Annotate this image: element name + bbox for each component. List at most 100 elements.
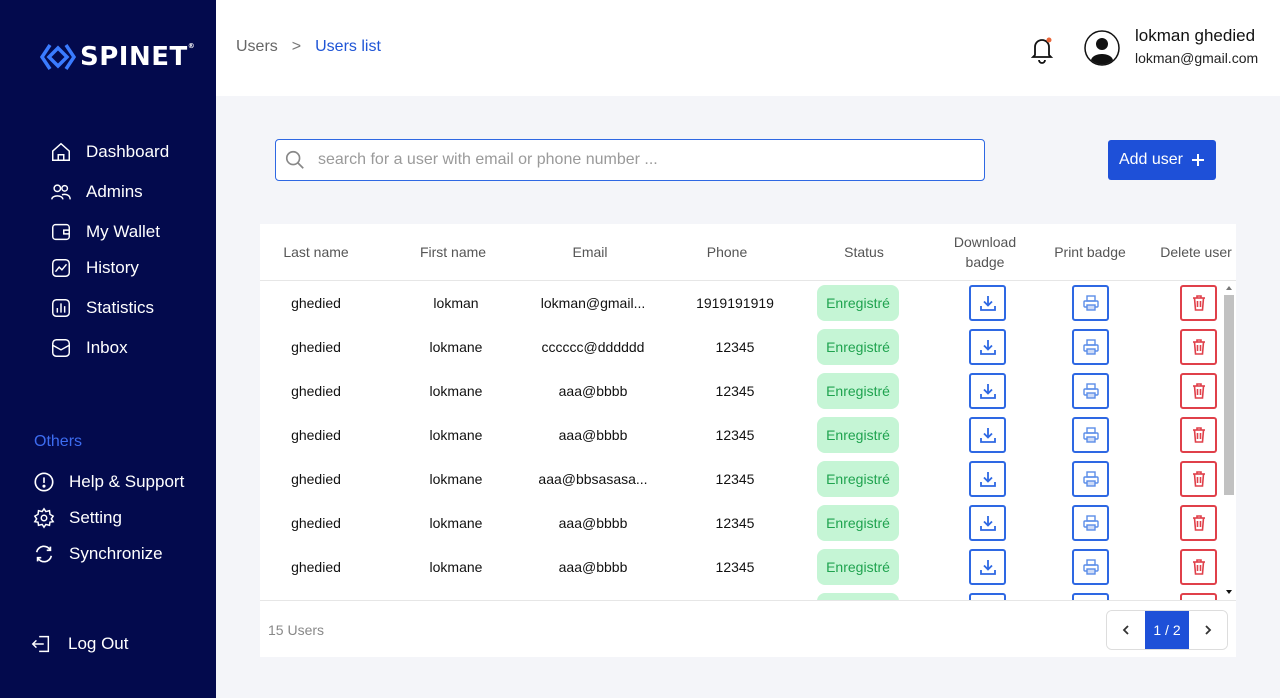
download-badge-button[interactable] xyxy=(969,549,1006,585)
logout-button[interactable]: Log Out xyxy=(28,633,129,655)
delete-user-button[interactable] xyxy=(1180,505,1217,541)
download-icon xyxy=(979,296,996,311)
top-header: Users > Users list lokman ghedied lokman… xyxy=(216,0,1280,96)
cell-last-name: ghedied xyxy=(291,515,341,531)
status-badge: Enregistré xyxy=(817,329,899,365)
sidebar: SPINET® Dashboard Admins My Wallet Histo… xyxy=(0,0,216,698)
delete-user-button[interactable] xyxy=(1180,285,1217,321)
print-badge-button[interactable] xyxy=(1072,285,1109,321)
statistics-icon xyxy=(52,299,70,317)
table-row[interactable] xyxy=(260,589,1222,600)
download-badge-button[interactable] xyxy=(969,373,1006,409)
cell-first-name: lokmane xyxy=(429,427,483,443)
cell-last-name: ghedied xyxy=(291,559,341,575)
cell-last-name: ghedied xyxy=(291,339,341,355)
cell-first-name: lokmane xyxy=(429,471,483,487)
scroll-thumb[interactable] xyxy=(1224,295,1234,495)
scroll-up-icon[interactable] xyxy=(1224,283,1234,293)
delete-user-button[interactable] xyxy=(1180,329,1217,365)
delete-user-button[interactable] xyxy=(1180,549,1217,585)
table-row[interactable]: ghedied lokmane aaa@bbsasasa... 12345 Enregi… xyxy=(260,457,1222,501)
table-row[interactable]: ghedied lokmane aaa@bbbb 12345 Enregistré xyxy=(260,369,1222,413)
section-label-others: Others xyxy=(34,433,83,450)
download-icon xyxy=(979,472,996,487)
search-input[interactable] xyxy=(318,151,958,169)
avatar[interactable] xyxy=(1084,30,1120,66)
column-header-status[interactable]: Status xyxy=(814,242,914,262)
scroll-down-icon[interactable] xyxy=(1224,587,1234,597)
logo[interactable]: SPINET® xyxy=(40,42,195,72)
add-user-button[interactable]: Add user xyxy=(1108,140,1216,180)
print-icon xyxy=(1082,295,1099,311)
table-row[interactable]: ghedied lokmane aaa@bbbb 12345 Enregistré xyxy=(260,545,1222,589)
cell-phone: 12345 xyxy=(715,383,755,399)
status-badge: Enregistré xyxy=(817,373,899,409)
chevron-left-icon xyxy=(1122,625,1129,635)
print-badge-button[interactable] xyxy=(1072,505,1109,541)
cell-email: aaa@bbsasasa... xyxy=(538,471,648,487)
sidebar-item-setting[interactable]: Setting xyxy=(33,507,122,529)
column-header-download-line1: Download xyxy=(953,234,1017,250)
cell-first-name: lokmane xyxy=(429,339,483,355)
print-badge-button[interactable] xyxy=(1072,417,1109,453)
trash-icon xyxy=(1192,383,1205,399)
trash-icon xyxy=(1192,471,1205,487)
cell-phone: 12345 xyxy=(715,427,755,443)
column-header-first-name[interactable]: First name xyxy=(403,242,503,262)
previous-page-button[interactable] xyxy=(1107,611,1145,649)
table-row[interactable]: ghedied lokmane aaa@bbbb 12345 Enregistré xyxy=(260,501,1222,545)
delete-user-button[interactable] xyxy=(1180,417,1217,453)
notification-bell-icon[interactable] xyxy=(1028,34,1056,64)
status-badge xyxy=(817,593,899,600)
sidebar-item-synchronize[interactable]: Synchronize xyxy=(33,543,163,565)
sidebar-item-inbox[interactable]: Inbox xyxy=(50,337,128,359)
trash-icon xyxy=(1192,559,1205,575)
inbox-icon xyxy=(52,339,70,357)
download-badge-button[interactable] xyxy=(969,417,1006,453)
table-row[interactable]: ghedied lokmane aaa@bbbb 12345 Enregistré xyxy=(260,413,1222,457)
column-header-print-badge[interactable]: Print badge xyxy=(1040,242,1140,262)
print-badge-button[interactable] xyxy=(1072,461,1109,497)
print-icon xyxy=(1082,339,1099,355)
print-icon xyxy=(1082,515,1099,531)
next-page-button[interactable] xyxy=(1189,611,1227,649)
table-scrollbar[interactable] xyxy=(1222,281,1236,600)
sidebar-item-label: Help & Support xyxy=(69,472,185,491)
sidebar-item-dashboard[interactable]: Dashboard xyxy=(50,141,169,163)
column-header-download-badge[interactable]: Download badge xyxy=(935,232,1035,272)
table-row[interactable]: ghedied lokmane cccccc@dddddd 12345 Enregist… xyxy=(260,325,1222,369)
download-badge-button[interactable] xyxy=(969,505,1006,541)
print-badge-button[interactable] xyxy=(1072,329,1109,365)
delete-user-button[interactable] xyxy=(1180,461,1217,497)
column-header-delete-user[interactable]: Delete user xyxy=(1146,242,1246,262)
sidebar-item-admins[interactable]: Admins xyxy=(50,181,143,203)
spinet-logo-icon xyxy=(40,44,76,70)
download-badge-button[interactable] xyxy=(969,329,1006,365)
current-page-indicator[interactable]: 1 / 2 xyxy=(1145,611,1189,649)
download-icon xyxy=(979,384,996,399)
download-badge-button[interactable] xyxy=(969,285,1006,321)
cell-email: lokman@gmail... xyxy=(540,295,646,311)
column-header-phone[interactable]: Phone xyxy=(677,242,777,262)
print-badge-button[interactable] xyxy=(1072,593,1109,600)
download-icon xyxy=(979,560,996,575)
sidebar-item-help-support[interactable]: Help & Support xyxy=(33,471,184,493)
breadcrumb-users-link[interactable]: Users xyxy=(236,38,278,56)
cell-email: aaa@bbbb xyxy=(558,427,628,443)
column-header-last-name[interactable]: Last name xyxy=(266,242,366,262)
sidebar-item-history[interactable]: History xyxy=(50,257,139,279)
print-badge-button[interactable] xyxy=(1072,373,1109,409)
sidebar-item-label: Dashboard xyxy=(86,142,170,161)
sidebar-item-wallet[interactable]: My Wallet xyxy=(50,221,160,243)
column-header-email[interactable]: Email xyxy=(540,242,640,262)
status-badge: Enregistré xyxy=(817,417,899,453)
print-badge-button[interactable] xyxy=(1072,549,1109,585)
delete-user-button[interactable] xyxy=(1180,373,1217,409)
sidebar-item-label: Statistics xyxy=(86,298,155,317)
delete-user-button[interactable] xyxy=(1180,593,1217,600)
sidebar-item-statistics[interactable]: Statistics xyxy=(50,297,154,319)
download-badge-button[interactable] xyxy=(969,593,1006,600)
download-badge-button[interactable] xyxy=(969,461,1006,497)
search-box xyxy=(275,139,985,181)
table-row[interactable]: ghedied lokman lokman@gmail... 1919191919 En… xyxy=(260,281,1222,325)
